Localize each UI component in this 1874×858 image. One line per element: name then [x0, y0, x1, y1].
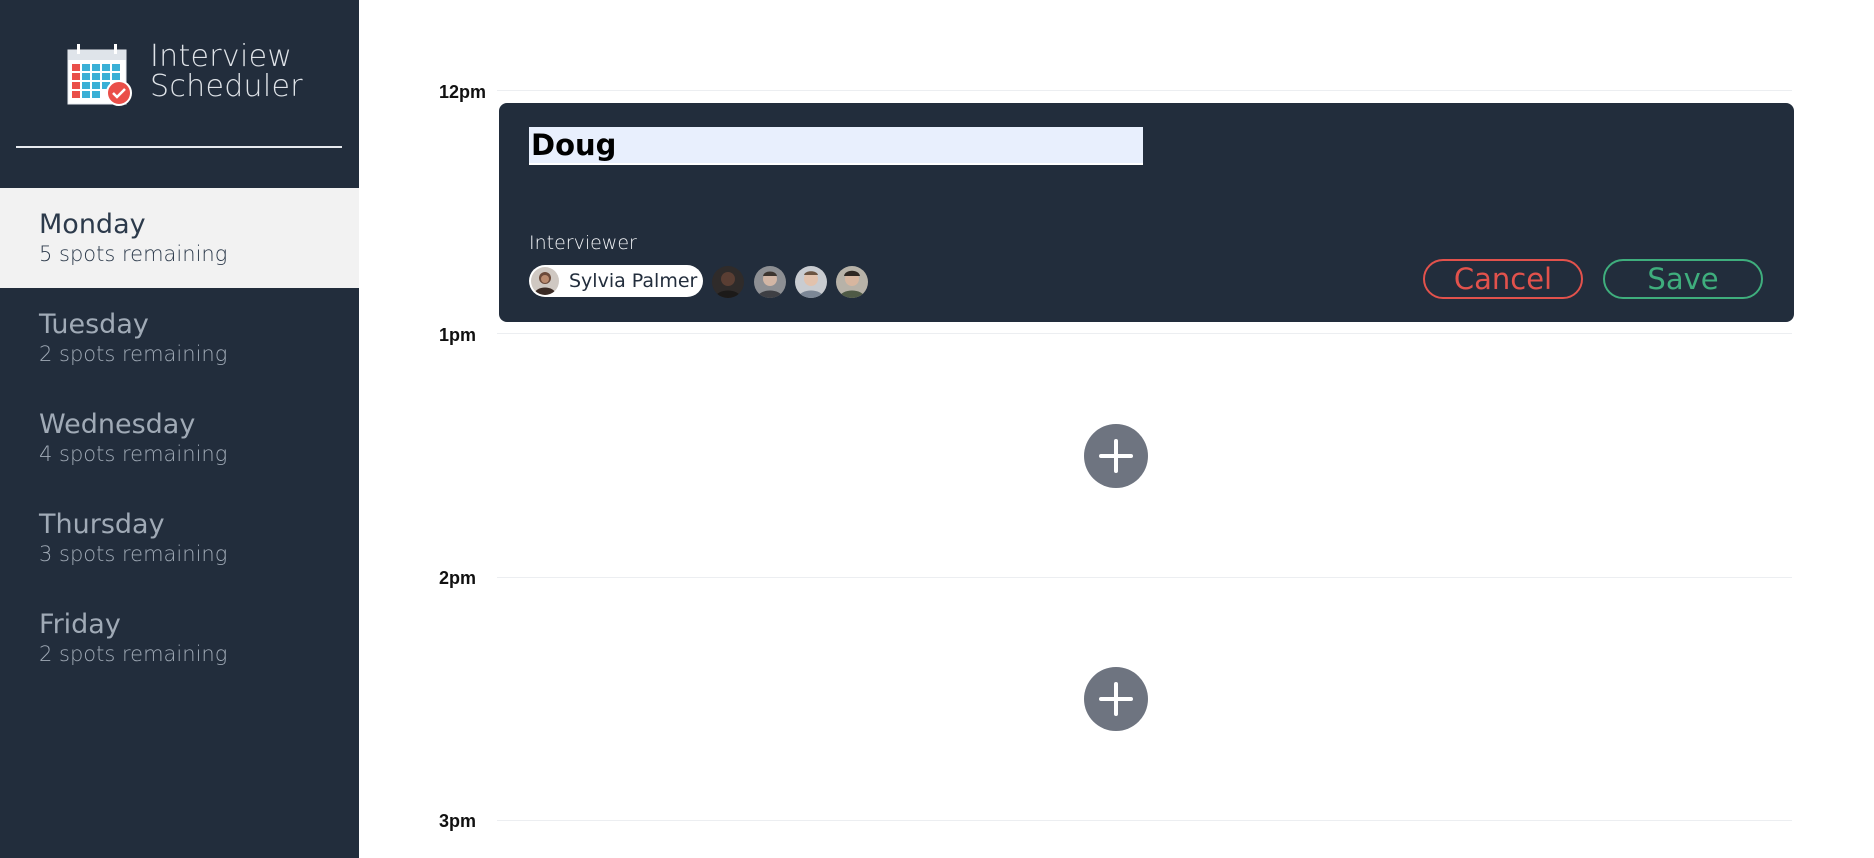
cancel-button[interactable]: Cancel [1423, 259, 1583, 299]
hour-divider [497, 820, 1792, 821]
sidebar-divider [16, 146, 342, 148]
day-item-thursday[interactable]: Thursday 3 spots remaining [0, 488, 359, 588]
day-spots: 3 spots remaining [39, 542, 228, 566]
time-label-2pm: 2pm [439, 568, 477, 588]
interviewer-item-selected[interactable]: Sylvia Palmer [529, 265, 703, 297]
day-spots: 2 spots remaining [39, 342, 228, 366]
app-title-line1: Interview [150, 39, 293, 74]
day-item-friday[interactable]: Friday 2 spots remaining [0, 588, 359, 688]
student-name-input[interactable] [529, 127, 1143, 165]
app-title: Interview Scheduler [150, 42, 303, 102]
day-name: Friday [39, 609, 121, 640]
interviewer-avatar[interactable] [836, 266, 868, 298]
day-name: Monday [39, 209, 146, 240]
day-item-wednesday[interactable]: Wednesday 4 spots remaining [0, 388, 359, 488]
hour-divider [497, 577, 1792, 578]
day-item-tuesday[interactable]: Tuesday 2 spots remaining [0, 288, 359, 388]
day-name: Wednesday [39, 409, 196, 440]
day-name: Tuesday [39, 309, 149, 340]
interviewer-avatar [531, 267, 559, 295]
appointment-form: Interviewer Sylvia Palmer [499, 103, 1794, 322]
interviewer-avatar[interactable] [795, 266, 827, 298]
interviewer-avatar[interactable] [754, 266, 786, 298]
day-spots: 5 spots remaining [39, 242, 228, 266]
hour-divider [497, 90, 1792, 91]
add-appointment-button[interactable] [1084, 667, 1148, 731]
interviewer-label: Interviewer [529, 232, 637, 254]
day-spots: 4 spots remaining [39, 442, 228, 466]
time-label-12pm: 12pm [439, 82, 487, 102]
day-spots: 2 spots remaining [39, 642, 228, 666]
selected-interviewer-name: Sylvia Palmer [569, 270, 698, 292]
day-item-monday[interactable]: Monday 5 spots remaining [0, 188, 359, 288]
app-title-line2: Scheduler [150, 69, 303, 104]
time-label-1pm: 1pm [439, 325, 477, 345]
hour-divider [497, 333, 1792, 334]
time-label-3pm: 3pm [439, 811, 477, 831]
interviewer-avatar[interactable] [712, 266, 744, 298]
day-name: Thursday [39, 509, 165, 540]
sidebar: Interview Scheduler Monday 5 spots remai… [0, 0, 359, 858]
add-appointment-button[interactable] [1084, 424, 1148, 488]
save-button[interactable]: Save [1603, 259, 1763, 299]
calendar-check-icon [67, 44, 132, 106]
